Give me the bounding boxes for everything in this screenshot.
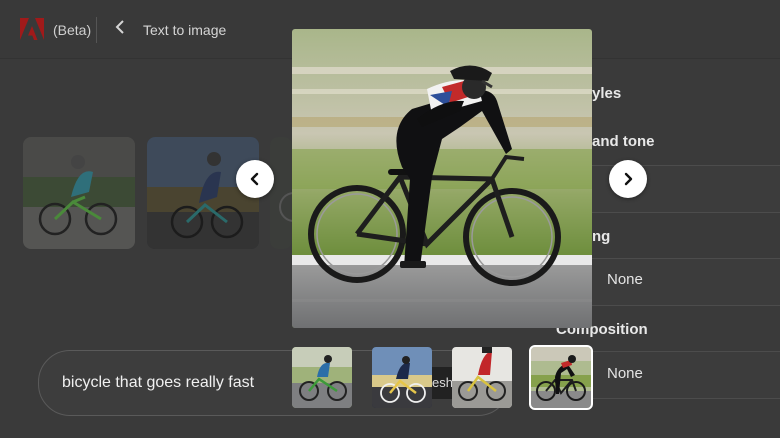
previous-image-button[interactable] — [236, 160, 274, 198]
composition-value: None — [607, 365, 643, 382]
prompt-field[interactable]: bicycle that goes really fast esh — [38, 350, 510, 416]
chevron-left-icon — [250, 172, 259, 186]
gallery-thumbnail[interactable] — [270, 137, 292, 249]
lighting-heading: ng — [592, 228, 611, 245]
lighting-value: None — [607, 271, 643, 288]
thumbnail-4-selected[interactable] — [529, 345, 593, 410]
thumbnail-1[interactable] — [292, 347, 352, 408]
beta-label: (Beta) — [53, 22, 92, 38]
preview-image — [292, 29, 592, 328]
color-and-tone-heading: and tone — [592, 133, 655, 150]
refresh-button-label: esh — [432, 375, 453, 390]
next-image-button[interactable] — [609, 160, 647, 198]
chevron-right-icon — [624, 172, 633, 186]
header-divider — [96, 17, 97, 43]
adobe-logo-icon[interactable] — [20, 18, 44, 40]
thumbnail-3[interactable] — [452, 347, 512, 408]
page-title: Text to image — [143, 22, 227, 38]
styles-heading: yles — [592, 85, 622, 102]
gallery-thumbnail[interactable] — [23, 137, 135, 249]
prompt-input[interactable]: bicycle that goes really fast — [62, 374, 254, 392]
thumbnail-2[interactable] — [372, 347, 432, 408]
back-chevron-icon[interactable] — [113, 19, 129, 35]
refresh-button[interactable]: esh — [432, 367, 454, 399]
